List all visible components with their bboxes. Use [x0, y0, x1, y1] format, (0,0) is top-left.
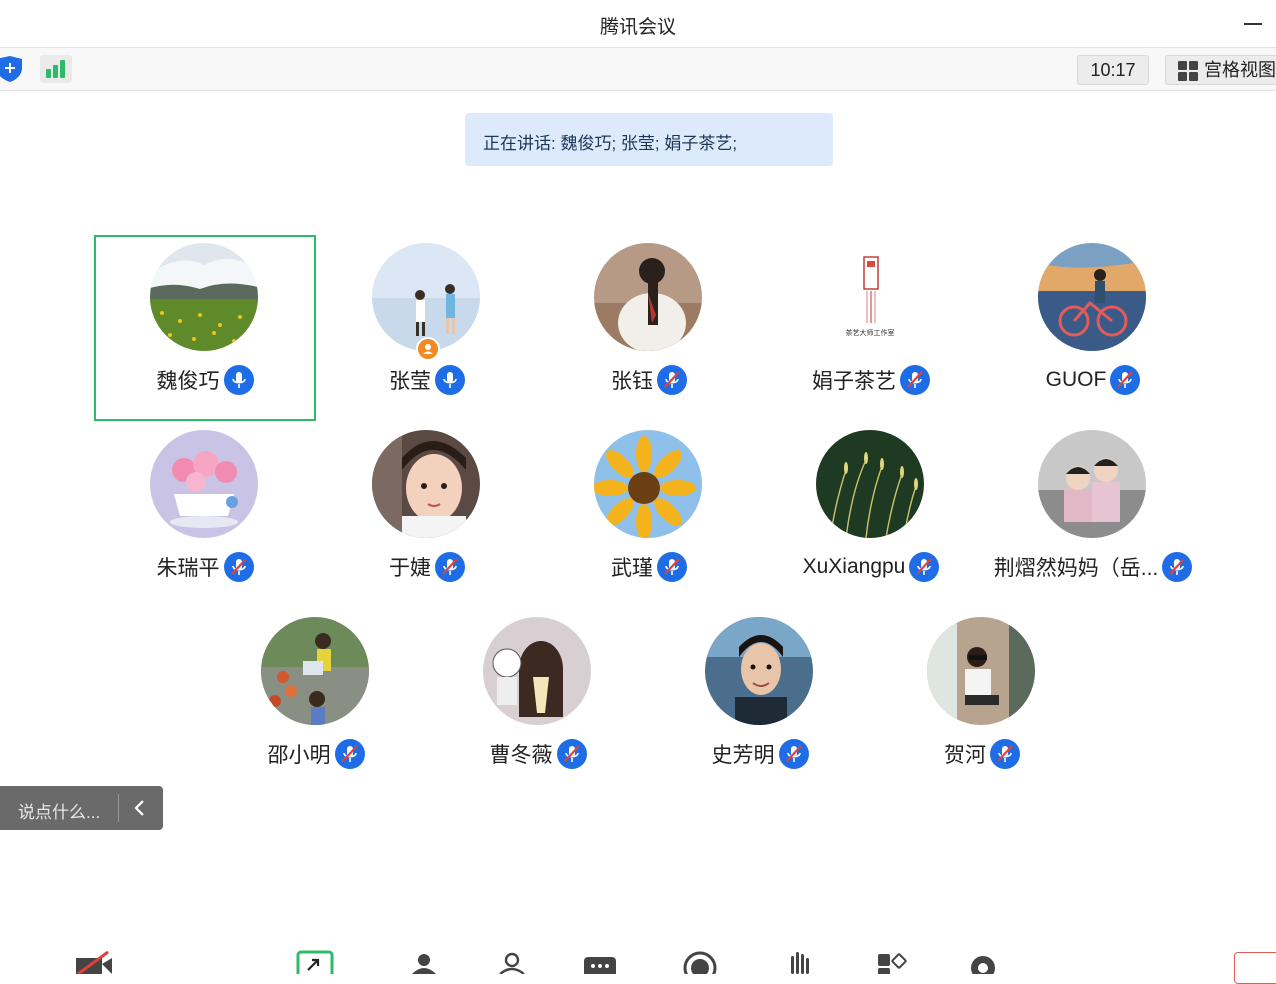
participant-name: 魏俊巧 [156, 370, 220, 393]
participant-tile[interactable]: 荆熠然妈妈（岳... [982, 422, 1204, 608]
view-mode-label: 宫格视图 [1204, 60, 1276, 80]
security-shield-icon[interactable] [0, 56, 24, 82]
speaking-indicator: 正在讲话: 魏俊巧; 张莹; 娟子茶艺; [465, 113, 833, 166]
divider [118, 794, 119, 822]
participant-tile[interactable]: 邵小明 [205, 609, 427, 795]
host-badge-icon [416, 337, 440, 361]
participant-name: 曹冬薇 [489, 744, 553, 767]
participant-tile[interactable]: 张钰 [538, 235, 760, 421]
avatar [705, 617, 813, 725]
avatar [1038, 430, 1146, 538]
participant-name: 荆熠然妈妈（岳... [993, 557, 1159, 580]
mic-on-icon[interactable] [435, 365, 465, 395]
chat-icon[interactable] [583, 956, 617, 974]
participant-name: 娟子茶艺 [812, 370, 896, 393]
svg-text:茶艺大师工作室: 茶艺大师工作室 [846, 328, 895, 337]
settings-icon[interactable] [966, 950, 1000, 974]
meeting-toolbar: 10:17 宫格视图 [0, 48, 1276, 91]
participant-tile[interactable]: 曹冬薇 [427, 609, 649, 795]
mic-muted-icon[interactable] [1162, 552, 1193, 582]
avatar [1038, 243, 1146, 351]
avatar [261, 617, 369, 725]
mic-muted-icon[interactable] [900, 365, 930, 395]
mic-muted-icon[interactable] [990, 739, 1020, 769]
participant-name: 于婕 [389, 557, 431, 580]
participant-tile[interactable]: 朱瑞平 [94, 422, 316, 608]
participant-name: GUOF [1045, 368, 1107, 391]
end-meeting-button[interactable] [1234, 952, 1276, 984]
participant-tile[interactable]: 魏俊巧 [94, 235, 316, 421]
avatar [927, 617, 1035, 725]
chat-quick-input[interactable]: 说点什么... [0, 786, 163, 830]
avatar [150, 430, 258, 538]
participant-tile[interactable]: 张莹 [316, 235, 538, 421]
mic-muted-icon[interactable] [778, 739, 809, 769]
mic-muted-icon[interactable] [1110, 365, 1141, 395]
raise-hand-icon[interactable] [786, 950, 812, 974]
network-signal[interactable] [40, 55, 72, 83]
mic-muted-icon[interactable] [909, 552, 940, 582]
chat-placeholder: 说点什么... [18, 803, 101, 822]
invite-icon[interactable] [410, 952, 440, 974]
record-icon[interactable] [682, 950, 718, 974]
minimize-button[interactable] [1242, 10, 1264, 32]
participant-tile[interactable]: 茶艺大师工作室 娟子茶艺 [760, 235, 982, 421]
title-bar: 腾讯会议 [0, 0, 1276, 48]
avatar [483, 617, 591, 725]
speaking-text: 正在讲话: 魏俊巧; 张莹; 娟子茶艺; [483, 134, 738, 153]
participant-tile[interactable]: 贺河 [871, 609, 1093, 795]
chevron-left-icon[interactable] [130, 798, 150, 818]
avatar [372, 430, 480, 538]
mic-muted-icon[interactable] [657, 365, 687, 395]
participant-name: XuXiangpu [802, 555, 906, 578]
participant-tile[interactable]: GUOF [982, 235, 1204, 421]
avatar [372, 243, 480, 351]
avatar [594, 430, 702, 538]
grid-view-icon [1178, 61, 1198, 81]
participant-name: 张钰 [611, 370, 653, 393]
participants-icon[interactable] [498, 952, 528, 974]
share-screen-icon[interactable] [296, 950, 336, 974]
mic-on-icon[interactable] [223, 365, 254, 395]
avatar [594, 243, 702, 351]
view-mode-button[interactable]: 宫格视图 [1165, 55, 1276, 85]
participant-tile[interactable]: 武瑾 [538, 422, 760, 608]
camera-off-icon[interactable] [74, 950, 114, 974]
mic-muted-icon[interactable] [223, 552, 254, 582]
participant-tile[interactable]: 史芳明 [649, 609, 871, 795]
mic-muted-icon[interactable] [657, 552, 687, 582]
participant-name: 武瑾 [611, 557, 653, 580]
mic-muted-icon[interactable] [435, 552, 465, 582]
participant-name: 贺河 [944, 744, 986, 767]
mic-muted-icon[interactable] [334, 739, 365, 769]
mic-muted-icon[interactable] [556, 739, 587, 769]
participant-name: 张莹 [389, 370, 431, 393]
participant-tile[interactable]: XuXiangpu [760, 422, 982, 608]
participant-tile[interactable]: 于婕 [316, 422, 538, 608]
avatar [816, 430, 924, 538]
participant-name: 史芳明 [711, 744, 775, 767]
meeting-timer: 10:17 [1077, 55, 1149, 85]
signal-icon [46, 60, 65, 78]
window-title: 腾讯会议 [599, 17, 676, 38]
apps-icon[interactable] [876, 952, 910, 974]
seal-logo-icon: 茶艺大师工作室 [846, 256, 895, 337]
participant-name: 朱瑞平 [156, 557, 220, 580]
avatar [150, 243, 258, 351]
avatar: 茶艺大师工作室 [816, 243, 924, 351]
participant-name: 邵小明 [267, 744, 331, 767]
